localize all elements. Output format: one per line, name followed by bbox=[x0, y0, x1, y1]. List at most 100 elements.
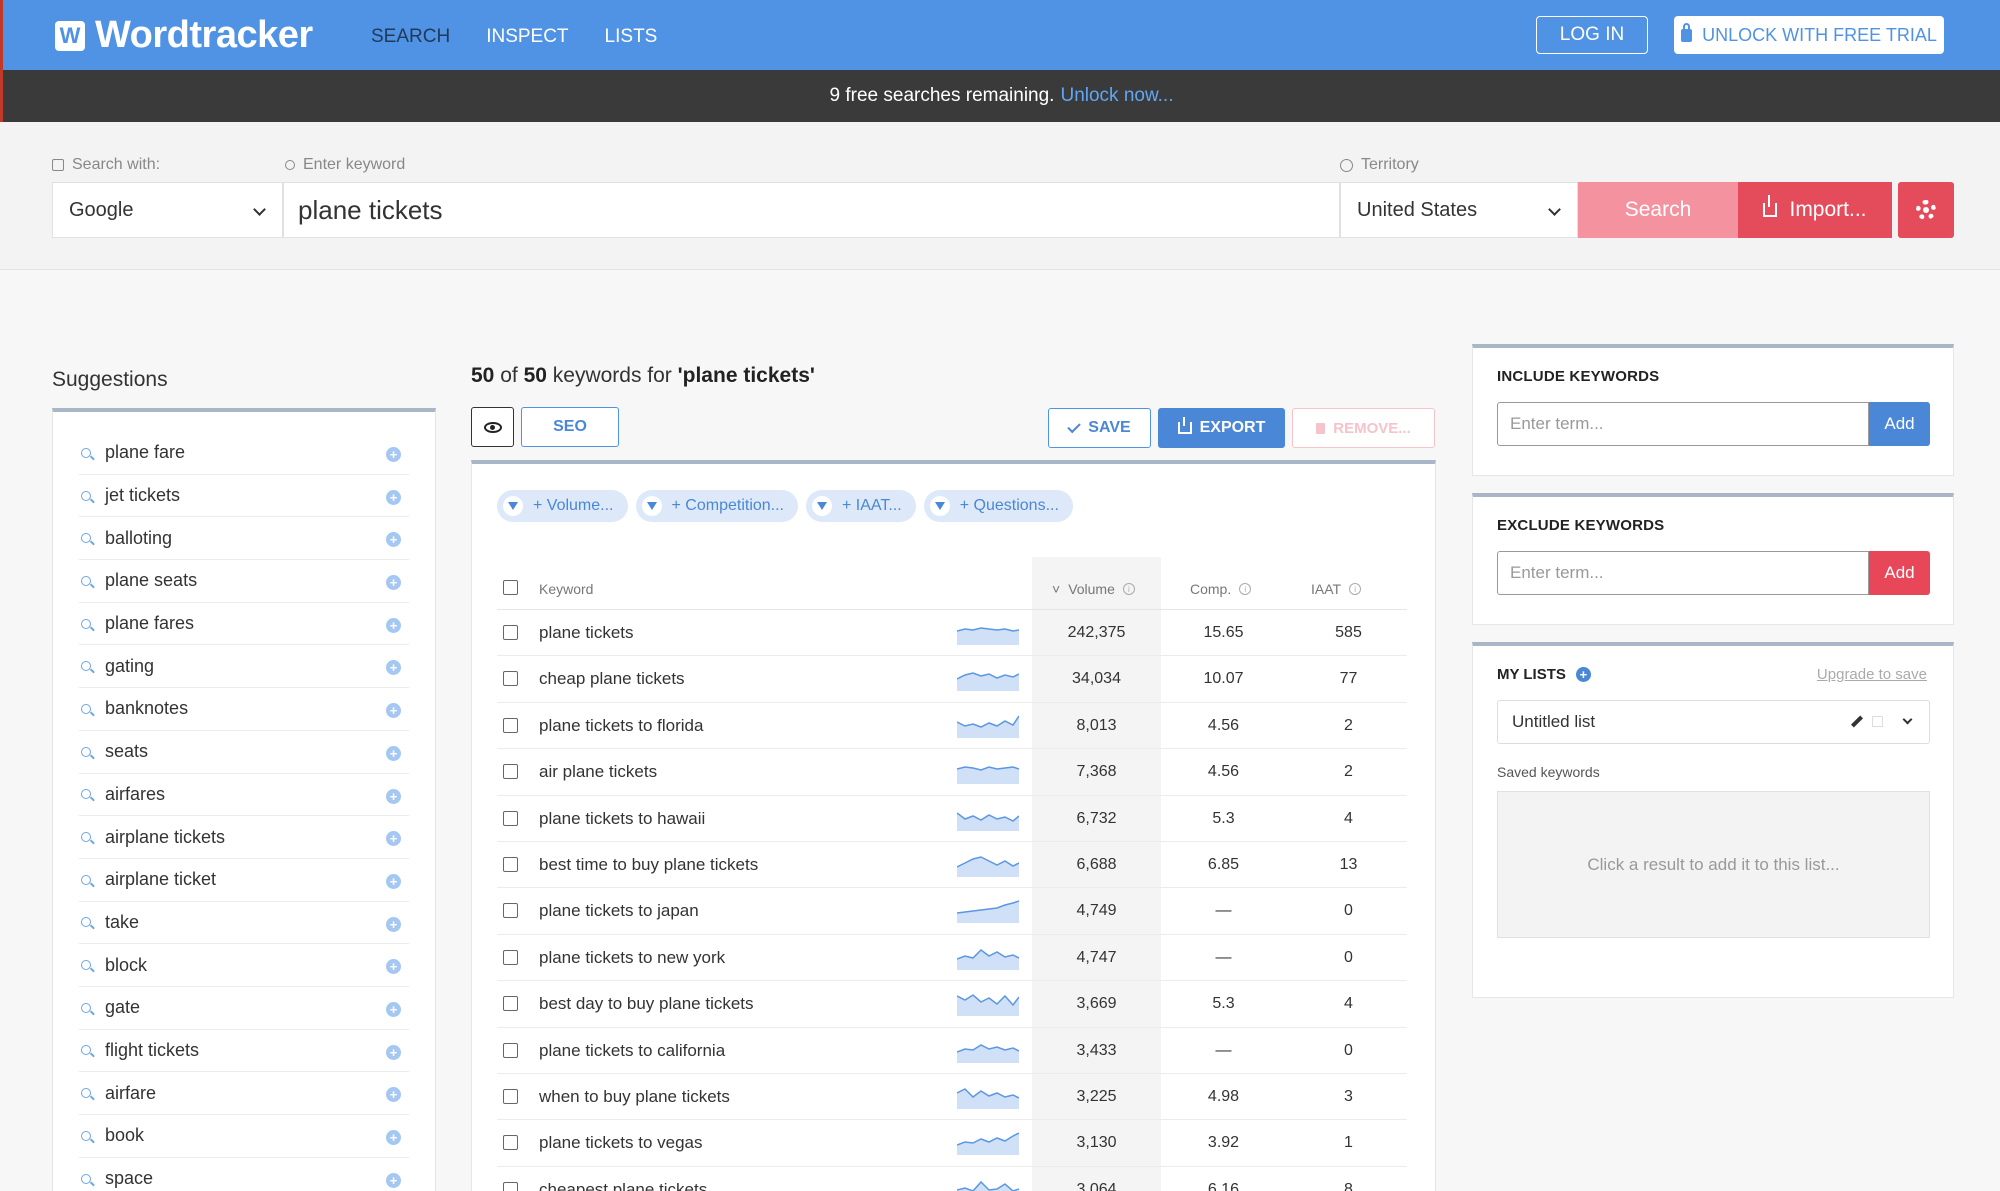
suggestion-item[interactable]: book + bbox=[79, 1115, 409, 1158]
add-suggestion-icon[interactable]: + bbox=[386, 959, 401, 975]
col-comp[interactable]: Comp. i bbox=[1190, 581, 1252, 597]
filter-chip[interactable]: + IAAT... bbox=[806, 490, 916, 522]
row-checkbox[interactable] bbox=[503, 949, 518, 965]
add-suggestion-icon[interactable]: + bbox=[386, 1172, 401, 1188]
table-row[interactable]: plane tickets to japan 4,749 — 0 bbox=[497, 888, 1407, 935]
add-suggestion-icon[interactable]: + bbox=[386, 788, 401, 804]
add-suggestion-icon[interactable]: + bbox=[386, 1087, 401, 1103]
nav-search[interactable]: SEARCH bbox=[371, 26, 450, 48]
suggestion-item[interactable]: gating + bbox=[79, 645, 409, 689]
info-icon[interactable]: i bbox=[1122, 583, 1135, 595]
unlock-trial-button[interactable]: UNLOCK WITH FREE TRIAL bbox=[1674, 16, 1944, 54]
table-row[interactable]: plane tickets to hawaii 6,732 5.3 4 bbox=[497, 796, 1407, 842]
suggestion-item[interactable]: seats + bbox=[79, 731, 409, 774]
suggestion-item[interactable]: airfare + bbox=[79, 1072, 409, 1115]
filter-chip[interactable]: + Volume... bbox=[497, 490, 628, 522]
suggestion-item[interactable]: balloting + bbox=[79, 517, 409, 561]
suggestion-item[interactable]: airfares + bbox=[79, 774, 409, 817]
seo-button[interactable]: SEO bbox=[521, 407, 619, 447]
list-select[interactable]: Untitled list bbox=[1497, 700, 1930, 744]
upgrade-link[interactable]: Upgrade to save bbox=[1817, 666, 1927, 683]
toggle-view-button[interactable] bbox=[471, 407, 514, 447]
table-row[interactable]: plane tickets to new york 4,747 — 0 bbox=[497, 935, 1407, 982]
table-row[interactable]: best day to buy plane tickets 3,669 5.3 4 bbox=[497, 981, 1407, 1028]
search-button[interactable]: Search bbox=[1578, 182, 1738, 238]
filter-chip[interactable]: + Questions... bbox=[923, 490, 1073, 522]
add-suggestion-icon[interactable]: + bbox=[386, 1001, 401, 1017]
suggestion-item[interactable]: space + bbox=[79, 1158, 409, 1191]
table-row[interactable]: plane tickets to vegas 3,130 3.92 1 bbox=[497, 1120, 1407, 1167]
row-checkbox[interactable] bbox=[503, 671, 518, 687]
suggestion-item[interactable]: banknotes + bbox=[79, 688, 409, 731]
add-suggestion-icon[interactable]: + bbox=[386, 1044, 401, 1060]
nav-inspect[interactable]: INSPECT bbox=[486, 26, 568, 48]
table-row[interactable]: air plane tickets 7,368 4.56 2 bbox=[497, 749, 1407, 796]
suggestion-item[interactable]: flight tickets + bbox=[79, 1030, 409, 1073]
add-suggestion-icon[interactable]: + bbox=[386, 617, 401, 633]
col-volume[interactable]: ˅ Volume i bbox=[1052, 581, 1135, 597]
include-add-button[interactable]: Add bbox=[1869, 402, 1930, 446]
save-button[interactable]: SAVE bbox=[1048, 408, 1151, 448]
add-suggestion-icon[interactable]: + bbox=[386, 703, 401, 719]
pencil-icon[interactable] bbox=[1850, 715, 1864, 728]
remove-button[interactable]: REMOVE... bbox=[1292, 408, 1435, 448]
copy-icon[interactable] bbox=[1872, 716, 1883, 727]
row-checkbox[interactable] bbox=[503, 857, 518, 872]
add-suggestion-icon[interactable]: + bbox=[386, 831, 401, 847]
select-all-checkbox[interactable] bbox=[503, 580, 518, 595]
add-suggestion-icon[interactable]: + bbox=[386, 447, 401, 462]
info-icon[interactable]: i bbox=[1239, 583, 1252, 595]
keyword-input[interactable]: plane tickets bbox=[283, 182, 1340, 238]
exclude-input[interactable]: Enter term... bbox=[1497, 551, 1869, 595]
add-suggestion-icon[interactable]: + bbox=[386, 660, 401, 676]
suggestion-item[interactable]: block + bbox=[79, 944, 409, 987]
add-suggestion-icon[interactable]: + bbox=[386, 532, 401, 548]
info-icon[interactable]: i bbox=[1349, 583, 1362, 595]
add-suggestion-icon[interactable]: + bbox=[386, 745, 401, 761]
suggestion-item[interactable]: gate + bbox=[79, 987, 409, 1030]
settings-button[interactable] bbox=[1898, 182, 1954, 238]
suggestion-item[interactable]: airplane tickets + bbox=[79, 816, 409, 859]
export-button[interactable]: EXPORT bbox=[1158, 408, 1285, 448]
suggestion-item[interactable]: airplane ticket + bbox=[79, 859, 409, 902]
row-checkbox[interactable] bbox=[503, 1089, 518, 1104]
table-row[interactable]: when to buy plane tickets 3,225 4.98 3 bbox=[497, 1074, 1407, 1121]
filter-chip[interactable]: + Competition... bbox=[635, 490, 798, 522]
table-row[interactable]: best time to buy plane tickets 6,688 6.85 1… bbox=[497, 842, 1407, 889]
add-suggestion-icon[interactable]: + bbox=[386, 489, 401, 505]
engine-select[interactable]: Google bbox=[52, 182, 283, 238]
add-suggestion-icon[interactable]: + bbox=[386, 916, 401, 932]
row-checkbox[interactable] bbox=[503, 1181, 518, 1191]
table-row[interactable]: cheap plane tickets 34,034 10.07 77 bbox=[497, 656, 1407, 703]
suggestion-item[interactable]: take + bbox=[79, 902, 409, 945]
suggestion-item[interactable]: plane fares + bbox=[79, 603, 409, 646]
table-row[interactable]: plane tickets to florida 8,013 4.56 2 bbox=[497, 703, 1407, 750]
suggestion-item[interactable]: jet tickets + bbox=[79, 475, 409, 518]
exclude-add-button[interactable]: Add bbox=[1869, 551, 1930, 595]
add-list-icon[interactable]: + bbox=[1575, 667, 1591, 682]
add-suggestion-icon[interactable]: + bbox=[386, 1130, 401, 1145]
add-suggestion-icon[interactable]: + bbox=[386, 575, 401, 591]
row-checkbox[interactable] bbox=[503, 717, 518, 733]
col-iaat[interactable]: IAAT i bbox=[1311, 581, 1362, 597]
row-checkbox[interactable] bbox=[503, 1042, 518, 1058]
col-keyword[interactable]: Keyword bbox=[539, 581, 593, 597]
nav-lists[interactable]: LISTS bbox=[605, 26, 658, 48]
row-checkbox[interactable] bbox=[503, 810, 518, 826]
login-button[interactable]: LOG IN bbox=[1536, 16, 1648, 54]
row-checkbox[interactable] bbox=[503, 1135, 518, 1151]
row-checkbox[interactable] bbox=[503, 764, 518, 780]
unlock-now-link[interactable]: Unlock now... bbox=[1060, 85, 1173, 107]
add-suggestion-icon[interactable]: + bbox=[386, 873, 401, 889]
territory-select[interactable]: United States bbox=[1340, 182, 1578, 238]
table-row[interactable]: plane tickets 242,375 15.65 585 bbox=[497, 610, 1407, 657]
suggestion-item[interactable]: plane seats + bbox=[79, 560, 409, 603]
table-row[interactable]: cheapest plane tickets 3,064 6.16 8 bbox=[497, 1167, 1407, 1191]
import-button[interactable]: Import... bbox=[1738, 182, 1892, 238]
row-checkbox[interactable] bbox=[503, 996, 518, 1012]
logo[interactable]: W Wordtracker bbox=[55, 14, 313, 57]
include-input[interactable]: Enter term... bbox=[1497, 402, 1869, 446]
table-row[interactable]: plane tickets to california 3,433 — 0 bbox=[497, 1028, 1407, 1074]
row-checkbox[interactable] bbox=[503, 903, 518, 919]
suggestion-item[interactable]: plane fare + bbox=[79, 432, 409, 475]
